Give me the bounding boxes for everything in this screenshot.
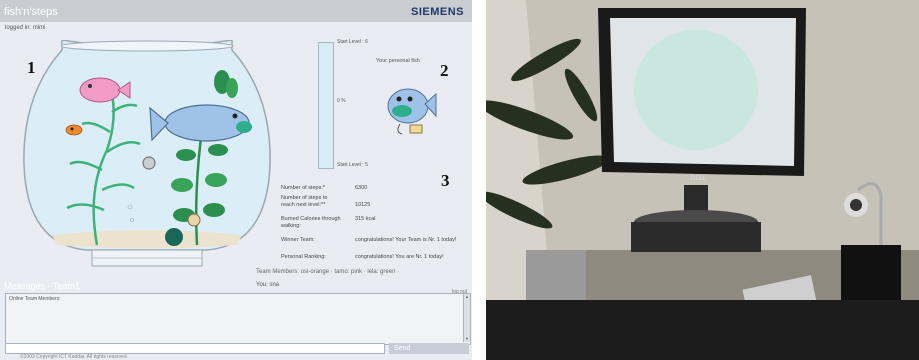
- stat-value: 10125: [355, 202, 371, 208]
- fish-bowl: [23, 40, 271, 267]
- scroll-up-icon[interactable]: ▲: [464, 294, 470, 300]
- personal-fish-label: Your personal fish: [376, 58, 420, 64]
- messages-header: Messages - Team1: [4, 281, 80, 291]
- send-row: Send: [5, 343, 469, 354]
- stat-value: 315 kcal: [355, 216, 376, 222]
- snail-decoration: [187, 213, 201, 227]
- logged-in-status: logged in: mimi: [5, 25, 46, 31]
- you-label: You:: [256, 282, 268, 288]
- team-members-label: Team Members:: [256, 269, 300, 275]
- start-level-bottom: Start Level : 5: [337, 162, 368, 168]
- stat-value: congratulations! You are Nr. 1 today!: [355, 254, 444, 260]
- stat-label: Personal Ranking:: [281, 254, 326, 260]
- message-scrollbar[interactable]: ▲ ▼: [463, 294, 470, 342]
- personal-fish-icon: [387, 88, 437, 135]
- progress-label: 0 %: [337, 98, 346, 104]
- online-members-label: Online Team Members:: [9, 296, 61, 302]
- personal-fish-panel: Start Level : 6 0 % Start Level : 5 Your…: [308, 35, 458, 185]
- stat-value: 6300: [355, 185, 368, 191]
- start-level-top: Start Level : 6: [337, 39, 368, 45]
- app-title: fish'n'steps: [4, 6, 58, 18]
- stat-label: Number of steps:*: [281, 185, 326, 191]
- you-row: You: sna: [256, 282, 279, 288]
- installation-photo: DELL: [486, 0, 919, 360]
- message-area: Online Team Members: ▲ ▼: [5, 293, 471, 345]
- team-members: Team Members: osi-orange · tamo: pink · …: [256, 269, 399, 275]
- monitor-brand: DELL: [691, 176, 707, 182]
- footer-copyright: ©2003 Copyright ICT Kaddar. All rights r…: [20, 354, 129, 360]
- send-button[interactable]: Send: [389, 343, 469, 354]
- gray-coin: [142, 156, 156, 170]
- scroll-down-icon[interactable]: ▼: [464, 336, 470, 342]
- device-box: [841, 245, 901, 305]
- brand-logo: SIEMENS: [410, 6, 464, 18]
- app-window: fish'n'steps SIEMENS logged in: mimi 1 2…: [0, 0, 472, 360]
- figure-label-1: 1: [27, 58, 36, 77]
- stat-label: Burned Calories through walking:: [281, 216, 341, 229]
- stat-value: congratulations! Your Team is Nr. 1 toda…: [355, 237, 457, 243]
- teal-ball: [165, 228, 183, 246]
- team-members-list: osi-orange · tamo: pink · lela: green ·: [300, 269, 400, 275]
- stat-label: Winner Team:: [281, 237, 315, 243]
- title-bar: fish'n'steps SIEMENS: [0, 0, 472, 22]
- message-input[interactable]: [5, 343, 385, 354]
- you-value: sna: [269, 282, 280, 288]
- level-progress-bar: [318, 42, 334, 169]
- orange-fish: [65, 124, 83, 136]
- stat-label: Number of steps to reach next level:**: [281, 195, 328, 208]
